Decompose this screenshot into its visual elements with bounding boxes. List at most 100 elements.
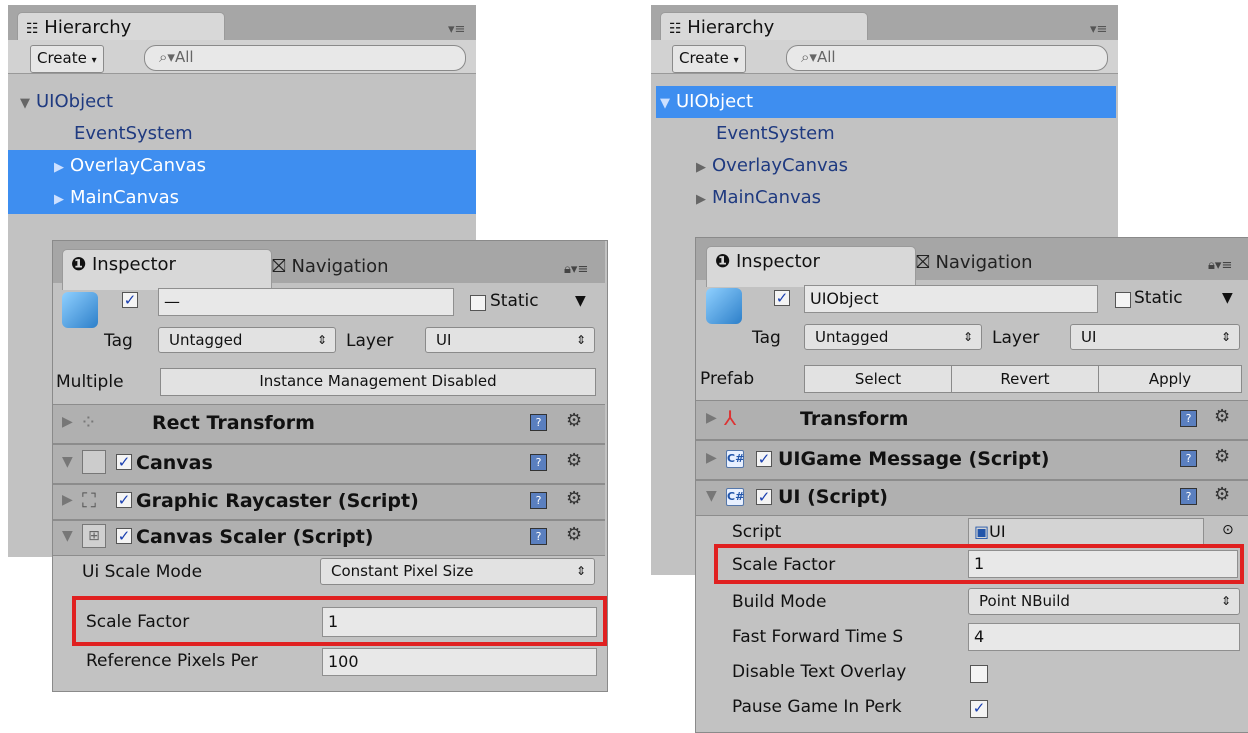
help-book-icon[interactable]: ? [530, 414, 547, 431]
search-icon: ⌕▾ [159, 48, 175, 66]
component-title-canvas: Canvas [136, 452, 213, 474]
component-title-canvas-scaler: Canvas Scaler (Script) [136, 526, 374, 548]
hierarchy-item-overlaycanvas[interactable]: ▶ OverlayCanvas [656, 150, 1116, 182]
prefab-select-button[interactable]: Select [804, 365, 952, 393]
hierarchy-list-icon: ☷ [26, 21, 39, 37]
hierarchy-item-eventsystem[interactable]: EventSystem [20, 118, 476, 150]
gear-icon[interactable]: ⚙ [1214, 484, 1230, 505]
hierarchy-item-uiobject[interactable]: ▼ UIObject [20, 86, 476, 118]
foldout-arrow-icon[interactable]: ▼ [62, 454, 73, 470]
hierarchy-item-maincanvas[interactable]: ▶ MainCanvas [656, 182, 1116, 214]
layer-dropdown[interactable]: UI ⇕ [1070, 324, 1240, 350]
inspector-tab[interactable]: ❶ Inspector [62, 249, 272, 290]
expand-triangle-icon[interactable]: ▶ [696, 152, 712, 184]
hierarchy-item-maincanvas[interactable]: ▶ MainCanvas [8, 182, 476, 214]
object-picker-icon[interactable]: ⊙ [1222, 522, 1234, 538]
help-book-icon[interactable]: ? [1180, 450, 1197, 467]
canvas-enabled-checkbox[interactable]: ✓ [116, 454, 132, 470]
foldout-arrow-icon[interactable]: ▶ [706, 410, 717, 426]
prefab-apply-button[interactable]: Apply [1098, 365, 1242, 393]
foldout-arrow-icon[interactable]: ▼ [62, 528, 73, 544]
inspector-tab[interactable]: ❶ Inspector [706, 246, 916, 287]
ui-scale-mode-dropdown[interactable]: Constant Pixel Size ⇕ [320, 558, 595, 585]
gear-icon[interactable]: ⚙ [1214, 446, 1230, 467]
tag-dropdown[interactable]: Untagged ⇕ [804, 324, 982, 350]
hierarchy-search-input[interactable]: ⌕▾All [786, 45, 1108, 71]
help-book-icon[interactable]: ? [1180, 410, 1197, 427]
navigation-tab[interactable]: ⛝ Navigation [272, 256, 389, 277]
gear-icon[interactable]: ⚙ [566, 450, 582, 471]
help-book-icon[interactable]: ? [530, 454, 547, 471]
gear-icon[interactable]: ⚙ [1214, 406, 1230, 427]
gear-icon[interactable]: ⚙ [566, 410, 582, 431]
hierarchy-item-overlaycanvas[interactable]: ▶ OverlayCanvas [8, 150, 476, 182]
canvas-icon [82, 450, 106, 474]
reference-pixels-field[interactable]: 100 [322, 648, 597, 676]
expand-triangle-icon[interactable]: ▶ [54, 184, 70, 216]
foldout-arrow-icon[interactable]: ▶ [62, 492, 73, 508]
create-button[interactable]: Create ▾ [30, 45, 104, 73]
build-mode-dropdown[interactable]: Point NBuild ⇕ [968, 588, 1240, 615]
static-dropdown-icon[interactable]: ▼ [1222, 290, 1233, 306]
pause-game-checkbox[interactable]: ✓ [970, 700, 988, 718]
foldout-arrow-icon[interactable]: ▼ [706, 488, 717, 504]
instance-management-button[interactable]: Instance Management Disabled [160, 368, 596, 396]
help-book-icon[interactable]: ? [530, 492, 547, 509]
panel-menu-icon[interactable]: ▾≡ [1090, 22, 1107, 37]
scaler-enabled-checkbox[interactable]: ✓ [116, 528, 132, 544]
canvas-scaler-icon: ⊞ [82, 524, 106, 548]
tag-label: Tag [752, 328, 781, 348]
prefab-label: Prefab [700, 369, 755, 389]
script-field: ▣UI [968, 518, 1204, 546]
static-label: Static [1134, 288, 1183, 308]
expand-triangle-icon[interactable]: ▶ [54, 152, 70, 184]
hierarchy-item-uiobject[interactable]: ▼ UIObject [656, 86, 1116, 118]
highlight-box [714, 544, 1244, 584]
component-title-uigame-message: UIGame Message (Script) [778, 448, 1050, 470]
navigation-tab[interactable]: ⛝ Navigation [916, 252, 1033, 273]
static-dropdown-icon[interactable]: ▼ [575, 293, 586, 309]
layer-dropdown[interactable]: UI ⇕ [425, 327, 595, 353]
help-book-icon[interactable]: ? [530, 528, 547, 545]
lock-icon[interactable]: 🔒︎▾≡ [564, 262, 588, 277]
expand-triangle-icon[interactable]: ▼ [20, 88, 36, 120]
name-field[interactable]: — [158, 288, 454, 316]
fast-forward-field[interactable]: 4 [968, 623, 1240, 651]
layer-label: Layer [992, 328, 1040, 348]
component-title-transform: Transform [800, 408, 909, 430]
lock-icon[interactable]: 🔒︎▾≡ [1208, 258, 1232, 273]
tag-dropdown[interactable]: Untagged ⇕ [158, 327, 336, 353]
hierarchy-search-input[interactable]: ⌕▾All [144, 45, 466, 71]
raycaster-enabled-checkbox[interactable]: ✓ [116, 492, 132, 508]
build-mode-label: Build Mode [732, 592, 827, 612]
foldout-arrow-icon[interactable]: ▶ [706, 450, 717, 466]
expand-triangle-icon[interactable]: ▶ [696, 184, 712, 216]
fast-forward-label: Fast Forward Time S [732, 627, 904, 647]
create-button[interactable]: Create ▾ [672, 45, 746, 73]
hierarchy-item-eventsystem[interactable]: EventSystem [656, 118, 1116, 150]
expand-triangle-icon[interactable]: ▼ [660, 88, 676, 120]
disable-text-overlay-checkbox[interactable] [970, 665, 988, 683]
tag-label: Tag [104, 331, 133, 351]
highlight-box [72, 596, 607, 646]
prefab-revert-button[interactable]: Revert [951, 365, 1099, 393]
hierarchy-list-icon: ☷ [669, 21, 682, 37]
gear-icon[interactable]: ⚙ [566, 488, 582, 509]
component-title-rect-transform: Rect Transform [152, 412, 315, 434]
gear-icon[interactable]: ⚙ [566, 524, 582, 545]
help-book-icon[interactable]: ? [1180, 488, 1197, 505]
gameobject-cube-icon [62, 292, 98, 328]
reference-pixels-label: Reference Pixels Per [86, 651, 258, 671]
foldout-arrow-icon[interactable]: ▶ [62, 414, 73, 430]
component-header-transform[interactable] [696, 400, 1248, 440]
uigame-enabled-checkbox[interactable]: ✓ [756, 451, 772, 467]
active-checkbox[interactable]: ✓ [122, 292, 138, 308]
static-checkbox[interactable] [470, 295, 486, 311]
csharp-script-icon: C# [726, 450, 744, 468]
active-checkbox[interactable]: ✓ [774, 290, 790, 306]
name-field[interactable]: UIObject [804, 285, 1098, 313]
static-checkbox[interactable] [1115, 292, 1131, 308]
panel-menu-icon[interactable]: ▾≡ [448, 22, 465, 37]
component-header-rect-transform[interactable] [53, 404, 605, 444]
ui-script-enabled-checkbox[interactable]: ✓ [756, 489, 772, 505]
